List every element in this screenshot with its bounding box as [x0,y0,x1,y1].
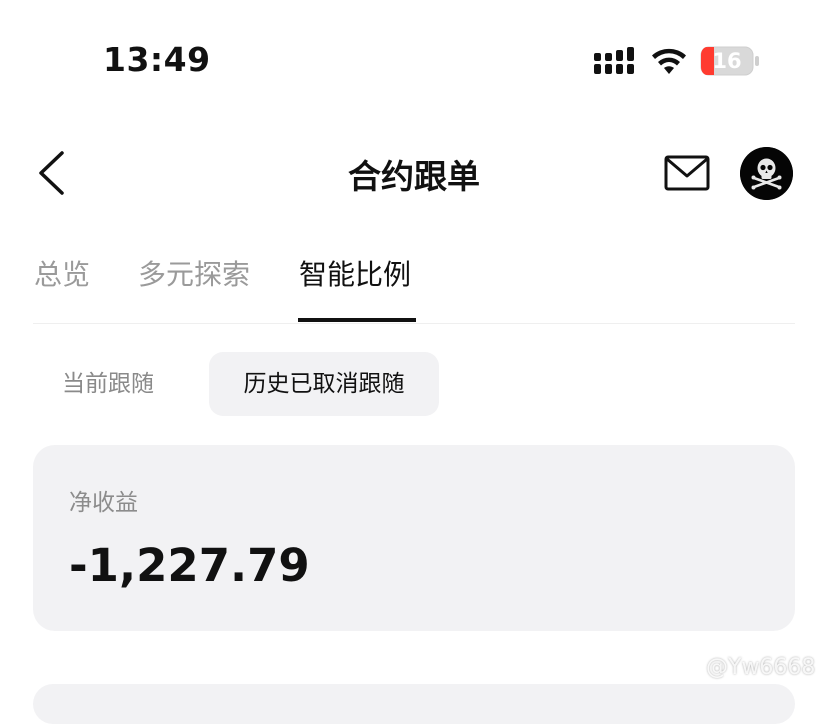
net-profit-label: 净收益 [69,490,138,516]
skull-crossbones-icon [740,147,793,200]
binance-logo-icon [676,654,702,680]
wifi-icon [652,48,686,74]
net-profit-card: 净收益 -1,227.79 [33,445,795,631]
cellular-signal-icon [594,47,634,74]
subtab-history-cancelled[interactable]: 历史已取消跟随 [209,352,439,416]
subtab-current-following[interactable]: 当前跟随 [48,352,168,416]
status-time: 13:49 [103,40,211,79]
watermark: @Yw6668 [676,652,815,682]
next-card [33,684,795,724]
watermark-text: @Yw6668 [706,654,816,680]
tab-diverse-explore[interactable]: 多元探索 [138,253,250,293]
net-profit-value: -1,227.79 [69,539,310,592]
tab-smart-ratio[interactable]: 智能比例 [299,253,411,293]
active-tab-indicator [298,318,416,322]
tab-overview[interactable]: 总览 [34,253,90,293]
tabs-divider [33,323,795,324]
battery-icon: 16 [700,46,760,76]
battery-level: 16 [712,49,742,73]
avatar[interactable] [740,147,793,200]
mail-icon[interactable] [664,155,710,191]
